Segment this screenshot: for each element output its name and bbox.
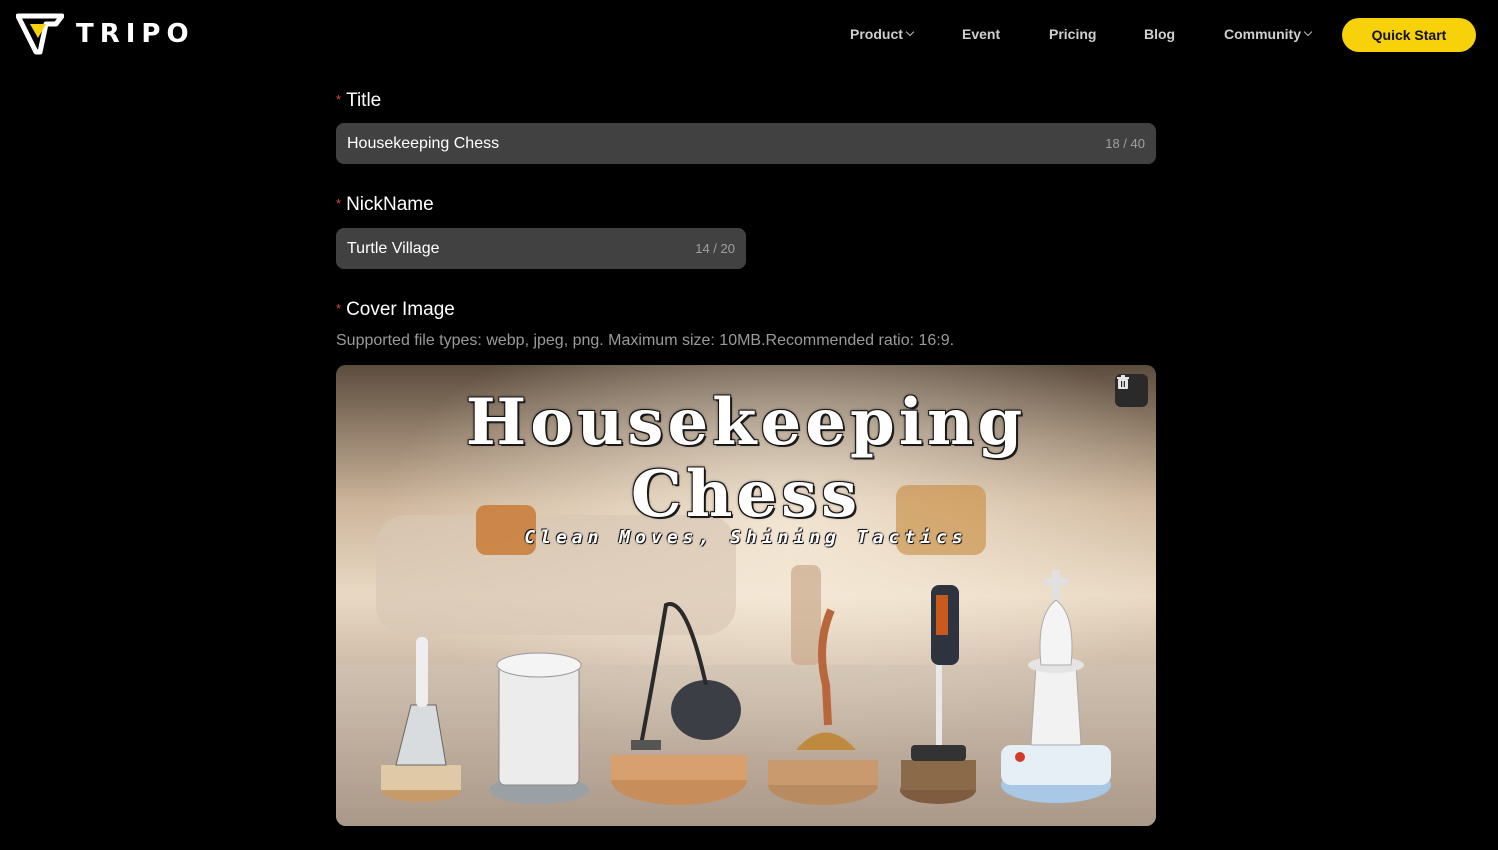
nickname-input-value: Turtle Village <box>347 239 440 257</box>
nickname-label-text: NickName <box>346 194 434 215</box>
chevron-down-icon <box>1303 27 1313 37</box>
nav-blog-label: Blog <box>1144 26 1176 42</box>
nav-pricing-label: Pricing <box>1049 26 1097 42</box>
nav-product[interactable]: Product <box>850 26 915 42</box>
cover-title-line1: Housekeeping <box>465 385 1027 460</box>
title-label-text: Title <box>346 90 382 111</box>
cover-image-preview: Housekeeping Chess Clean Moves, Shining … <box>336 365 1156 826</box>
nav-community[interactable]: Community <box>1224 26 1313 42</box>
required-mark: * <box>336 91 342 107</box>
nav-product-label: Product <box>850 26 903 42</box>
nickname-input[interactable]: Turtle Village 14 / 20 <box>336 228 746 269</box>
title-char-count: 18 / 40 <box>1105 136 1145 151</box>
chevron-down-icon <box>905 27 915 37</box>
nav-blog[interactable]: Blog <box>1144 26 1175 42</box>
required-mark: * <box>336 195 342 211</box>
nav-event[interactable]: Event <box>962 26 1000 42</box>
nickname-char-count: 14 / 20 <box>695 241 735 256</box>
title-input-value: Housekeeping Chess <box>347 134 500 152</box>
main-nav: Product Event Pricing Blog Community <box>0 26 1498 46</box>
nickname-label: * NickName <box>336 194 434 216</box>
cover-title-line2: Chess <box>630 457 862 532</box>
title-input[interactable]: Housekeeping Chess 18 / 40 <box>336 123 1156 164</box>
top-navbar: TRIPO Product Event Pricing Blog Communi… <box>0 0 1498 70</box>
nav-community-label: Community <box>1224 26 1301 42</box>
nav-event-label: Event <box>962 26 1001 42</box>
cover-image-hint: Supported file types: webp, jpeg, png. M… <box>336 332 955 349</box>
nav-pricing[interactable]: Pricing <box>1049 26 1096 42</box>
quick-start-button[interactable]: Quick Start <box>1342 18 1476 52</box>
required-mark: * <box>336 300 342 316</box>
delete-cover-button[interactable] <box>1115 374 1148 407</box>
cover-subtitle: Clean Moves, Shining Tactics <box>524 527 968 548</box>
trash-icon <box>1117 375 1129 389</box>
cover-image-label: * Cover Image <box>336 299 455 321</box>
title-label: * Title <box>336 90 381 112</box>
cover-image-label-text: Cover Image <box>346 299 455 320</box>
